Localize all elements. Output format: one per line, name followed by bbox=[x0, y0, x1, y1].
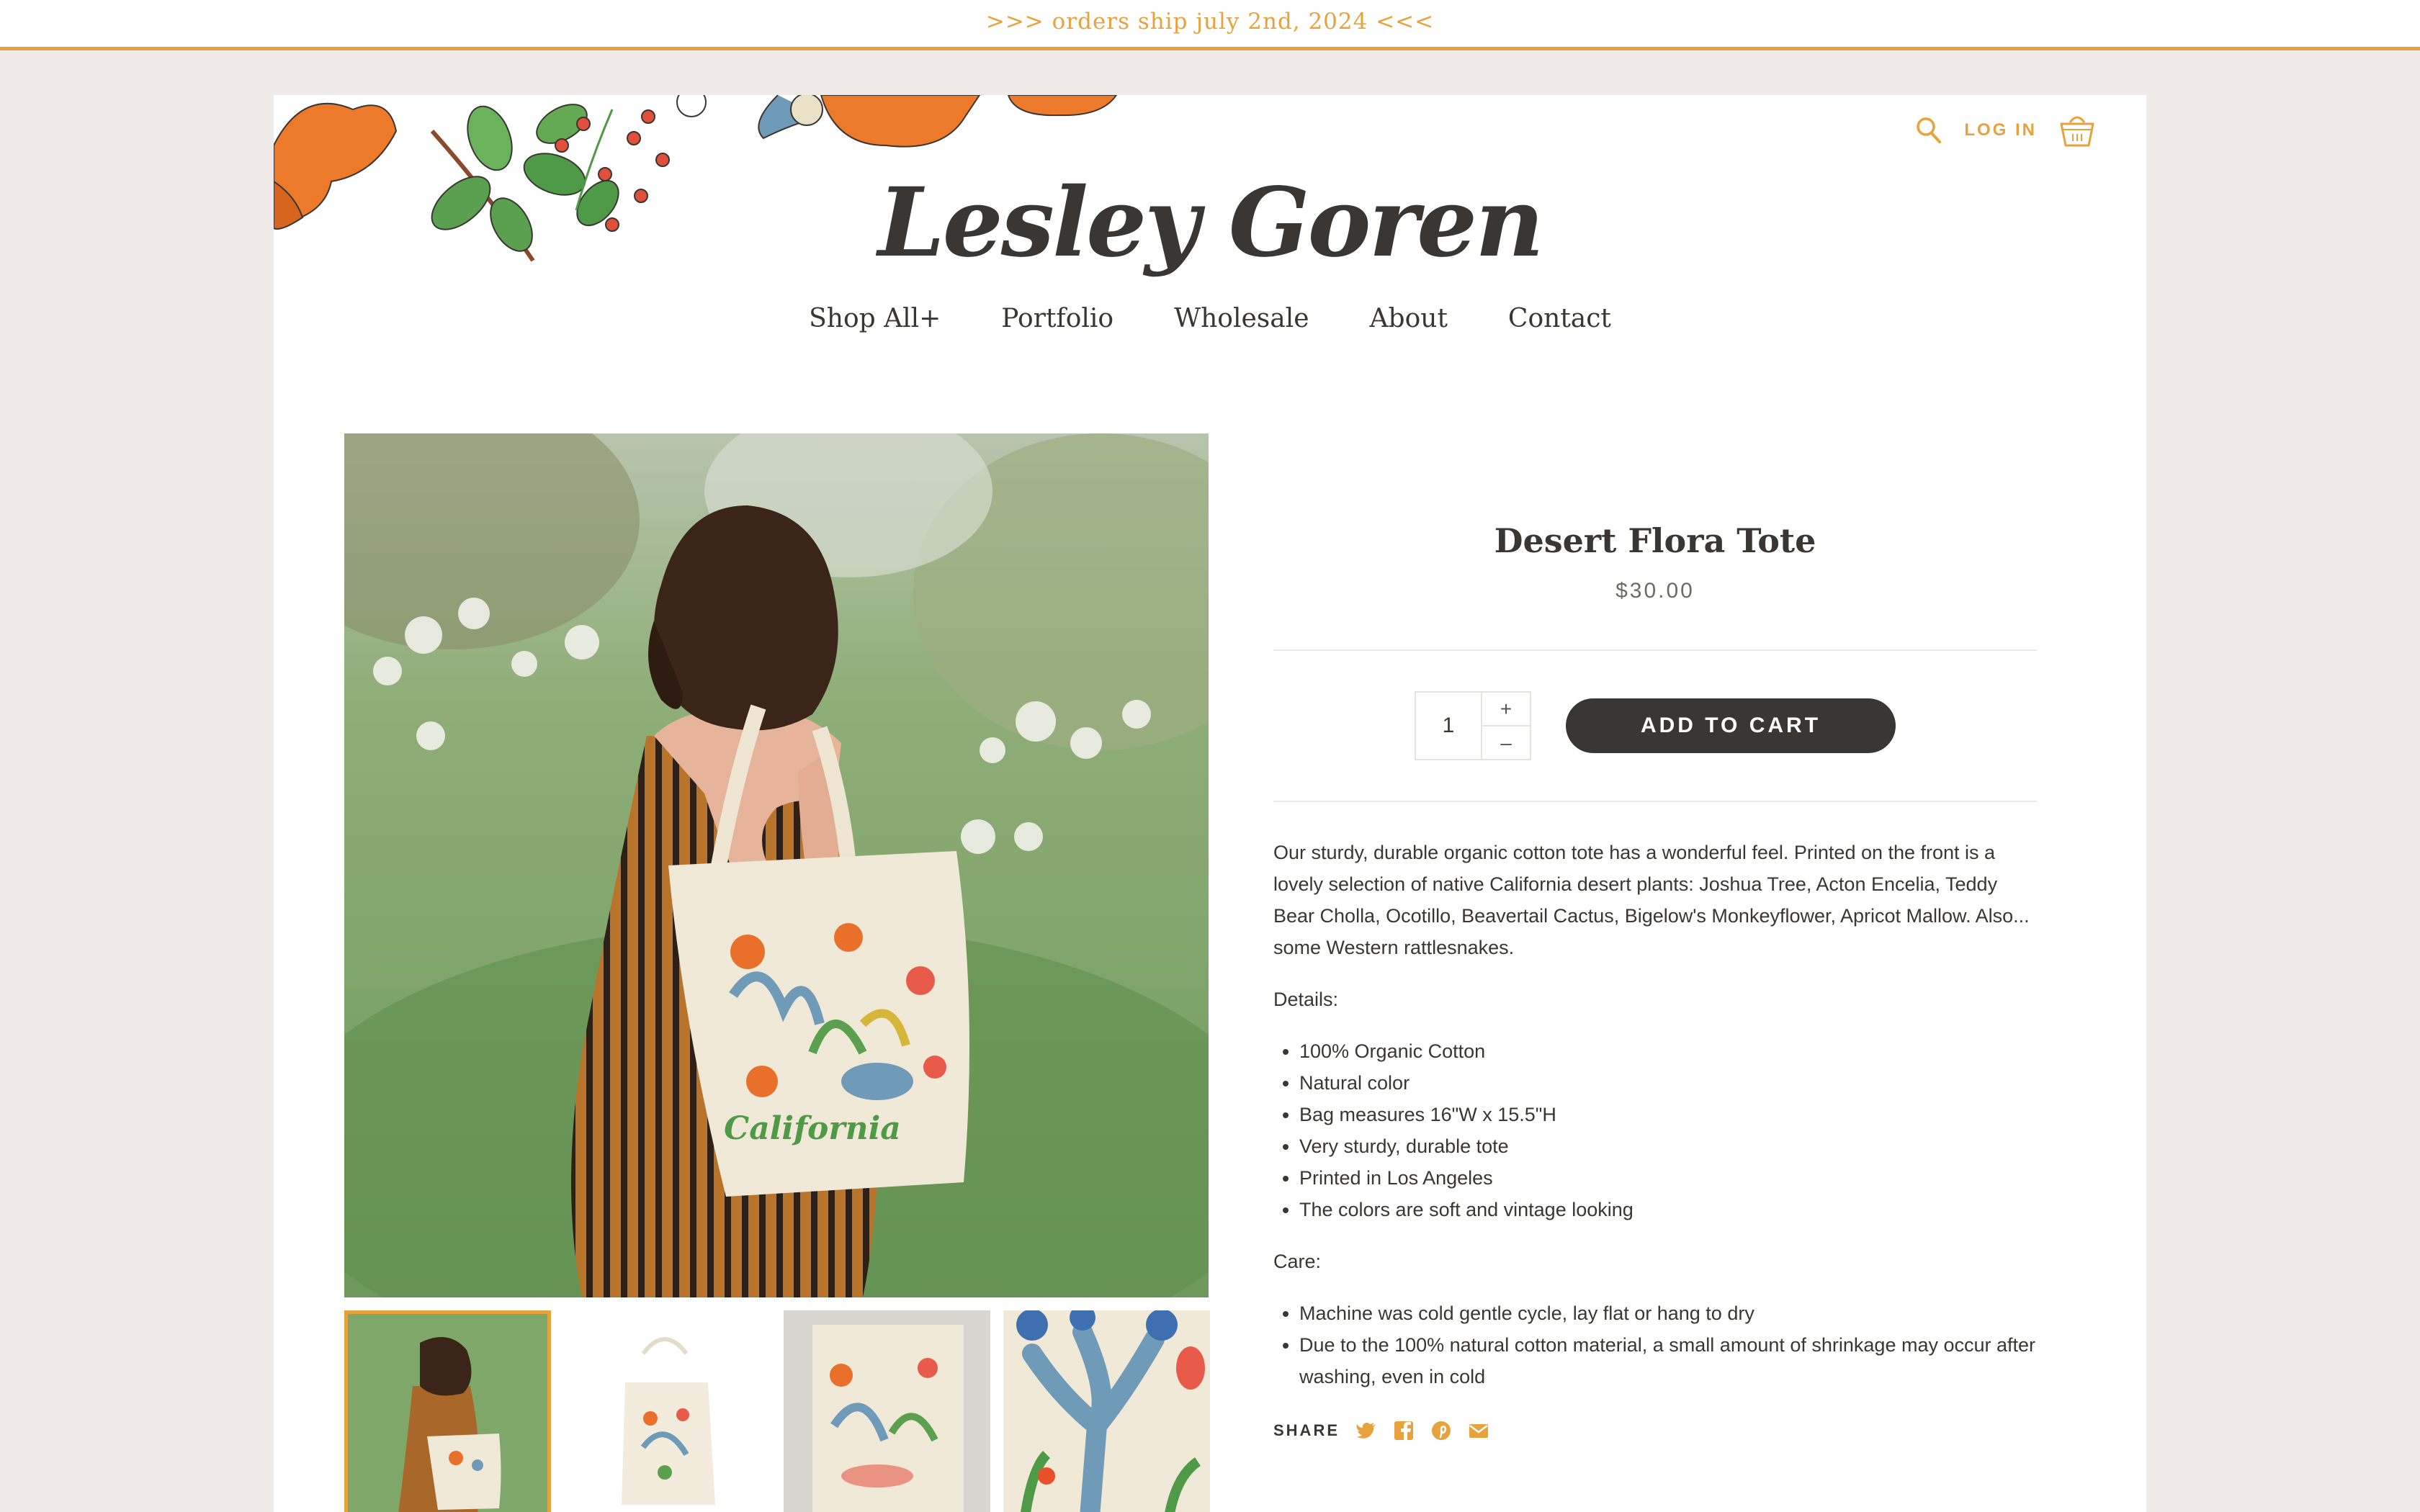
purchase-row: 1 + – ADD TO CART bbox=[1273, 651, 2037, 801]
divider bbox=[1273, 801, 2037, 802]
product-title: Desert Flora Tote bbox=[1494, 521, 1816, 560]
announcement-text: >>> orders ship july 2nd, 2024 <<< bbox=[985, 9, 1435, 35]
thumbnail-tote-closeup-image bbox=[784, 1310, 990, 1512]
nav-item-wholesale[interactable]: Wholesale bbox=[1174, 304, 1309, 333]
facebook-icon[interactable] bbox=[1393, 1420, 1415, 1441]
list-item: 100% Organic Cotton bbox=[1299, 1035, 2037, 1067]
thumbnail-tote-flat-image bbox=[564, 1310, 771, 1512]
product-main-image[interactable]: California bbox=[344, 433, 1209, 1297]
small-white-flower bbox=[676, 95, 707, 117]
basket-icon[interactable] bbox=[2058, 112, 2096, 148]
thumbnail-print-detail-image bbox=[1003, 1310, 1210, 1512]
poppy-center bbox=[820, 95, 981, 148]
product-info: Desert Flora Tote $30.00 1 + – ADD TO CA… bbox=[1273, 433, 2037, 1441]
list-item: Natural color bbox=[1299, 1067, 2037, 1099]
thumbnail-3[interactable] bbox=[784, 1310, 990, 1512]
header-tools: LOG IN bbox=[1915, 112, 2096, 148]
list-item: Machine was cold gentle cycle, lay flat … bbox=[1299, 1297, 2037, 1329]
twitter-icon[interactable] bbox=[1355, 1420, 1377, 1441]
quantity-plus-button[interactable]: + bbox=[1482, 693, 1530, 726]
list-item: Very sturdy, durable tote bbox=[1299, 1130, 2037, 1162]
blue-thistle bbox=[758, 95, 823, 140]
main-nav: Shop All+ Portfolio Wholesale About Cont… bbox=[274, 304, 2146, 333]
share-row: SHARE bbox=[1273, 1420, 2037, 1441]
page-container: Lesley Goren LOG IN Shop All+ Portfolio … bbox=[274, 95, 2146, 1512]
tote-print-text: California bbox=[724, 1110, 901, 1147]
site-logo[interactable]: Lesley Goren bbox=[274, 167, 2146, 279]
quantity-stepper: 1 + – bbox=[1415, 691, 1531, 760]
add-to-cart-button[interactable]: ADD TO CART bbox=[1566, 698, 1896, 753]
nav-item-contact[interactable]: Contact bbox=[1508, 304, 1611, 333]
list-item: The colors are soft and vintage looking bbox=[1299, 1194, 2037, 1225]
list-item: Printed in Los Angeles bbox=[1299, 1162, 2037, 1194]
thumbnail-1[interactable] bbox=[344, 1310, 551, 1512]
pinterest-icon[interactable] bbox=[1430, 1420, 1452, 1441]
product-description: Our sturdy, durable organic cotton tote … bbox=[1273, 837, 2037, 1392]
nav-item-shop-all[interactable]: Shop All+ bbox=[809, 304, 941, 333]
quantity-buttons: + – bbox=[1482, 693, 1530, 759]
thumbnail-woman-image bbox=[348, 1314, 547, 1512]
announcement-bar: >>> orders ship july 2nd, 2024 <<< bbox=[0, 0, 2420, 50]
thumbnail-4[interactable] bbox=[1003, 1310, 1210, 1512]
quantity-minus-button[interactable]: – bbox=[1482, 726, 1530, 759]
nav-item-portfolio[interactable]: Portfolio bbox=[1001, 304, 1113, 333]
poppy-right bbox=[1007, 95, 1118, 117]
nav-item-about[interactable]: About bbox=[1370, 304, 1448, 333]
product-price: $30.00 bbox=[1615, 579, 1695, 603]
care-heading: Care: bbox=[1273, 1251, 1322, 1272]
share-label: SHARE bbox=[1273, 1421, 1340, 1439]
list-item: Bag measures 16"W x 15.5"H bbox=[1299, 1099, 2037, 1130]
description-text: Our sturdy, durable organic cotton tote … bbox=[1273, 842, 2030, 958]
details-list: 100% Organic Cotton Natural color Bag me… bbox=[1299, 1035, 2037, 1225]
email-icon[interactable] bbox=[1468, 1420, 1489, 1441]
quantity-input[interactable]: 1 bbox=[1416, 693, 1482, 759]
search-icon[interactable] bbox=[1915, 116, 1942, 145]
login-link[interactable]: LOG IN bbox=[1964, 120, 2037, 140]
list-item: Due to the 100% natural cotton material,… bbox=[1299, 1329, 2037, 1392]
thumbnail-strip bbox=[344, 1310, 1210, 1512]
thumbnail-2[interactable] bbox=[564, 1310, 771, 1512]
care-list: Machine was cold gentle cycle, lay flat … bbox=[1299, 1297, 2037, 1392]
details-heading: Details: bbox=[1273, 989, 1339, 1010]
